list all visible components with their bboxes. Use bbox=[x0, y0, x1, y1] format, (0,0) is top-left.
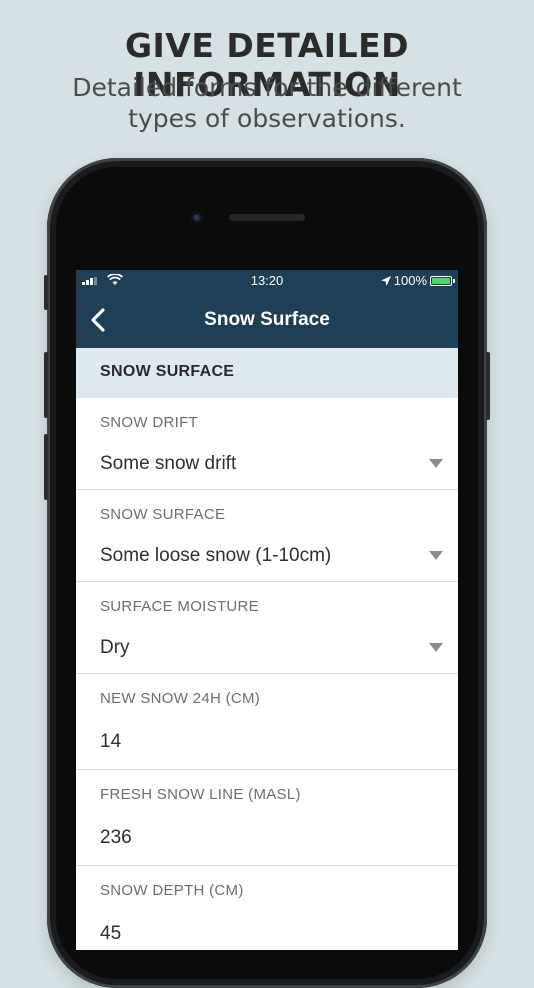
section-title: SNOW SURFACE bbox=[100, 363, 235, 380]
navigation-bar: Snow Surface bbox=[76, 292, 458, 348]
field-value: 236 bbox=[100, 827, 132, 848]
promo-subtitle: Detailed forms for the different types o… bbox=[72, 73, 462, 133]
snow-depth-input[interactable]: SNOW DEPTH (CM) 45 bbox=[76, 866, 458, 950]
battery-icon bbox=[430, 275, 455, 286]
field-label: SNOW DEPTH (CM) bbox=[100, 882, 244, 899]
phone-mute-switch bbox=[44, 275, 48, 310]
earpiece-speaker bbox=[229, 214, 305, 221]
new-snow-24h-input[interactable]: NEW SNOW 24H (CM) 14 bbox=[76, 674, 458, 770]
field-label: SURFACE MOISTURE bbox=[100, 598, 259, 615]
status-bar: 13:20 100% bbox=[76, 270, 458, 292]
battery-percentage: 100% bbox=[393, 273, 427, 288]
dropdown-caret-icon bbox=[429, 551, 443, 560]
location-arrow-icon bbox=[380, 275, 391, 286]
phone-volume-up bbox=[44, 352, 48, 418]
field-label: SNOW SURFACE bbox=[100, 506, 226, 523]
field-label: SNOW DRIFT bbox=[100, 414, 198, 431]
dropdown-caret-icon bbox=[429, 643, 443, 652]
field-value: Some snow drift bbox=[100, 453, 237, 474]
front-camera bbox=[190, 211, 204, 225]
field-value: Some loose snow (1-10cm) bbox=[100, 545, 332, 566]
field-label: FRESH SNOW LINE (MASL) bbox=[100, 786, 301, 803]
field-label: NEW SNOW 24H (CM) bbox=[100, 690, 261, 707]
page-title: Snow Surface bbox=[204, 309, 330, 330]
surface-moisture-select[interactable]: SURFACE MOISTURE Dry bbox=[76, 582, 458, 674]
snow-surface-select[interactable]: SNOW SURFACE Some loose snow (1-10cm) bbox=[76, 490, 458, 582]
status-right-group: 100% bbox=[380, 273, 455, 288]
field-value: Dry bbox=[100, 637, 130, 658]
section-header: SNOW SURFACE bbox=[76, 348, 458, 398]
fresh-snow-line-input[interactable]: FRESH SNOW LINE (MASL) 236 bbox=[76, 770, 458, 866]
snow-drift-select[interactable]: SNOW DRIFT Some snow drift bbox=[76, 398, 458, 490]
dropdown-caret-icon bbox=[429, 459, 443, 468]
field-value: 45 bbox=[100, 923, 122, 944]
field-value: 14 bbox=[100, 731, 122, 752]
app-screen: 13:20 100% Snow Surface SNOW SURFACE SNO… bbox=[76, 270, 458, 950]
phone-power-button bbox=[486, 352, 490, 420]
phone-volume-down bbox=[44, 434, 48, 500]
